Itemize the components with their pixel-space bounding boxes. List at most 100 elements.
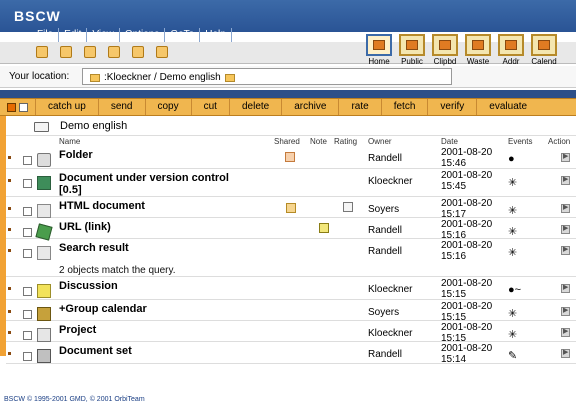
- action-archive[interactable]: archive: [281, 99, 338, 115]
- url-icon[interactable]: [35, 223, 53, 241]
- html-icon[interactable]: [37, 204, 51, 218]
- table-row[interactable]: Document under version control [0.5] Klo…: [6, 169, 576, 197]
- item-owner[interactable]: Randell: [368, 246, 402, 257]
- event-icon[interactable]: ●~: [508, 284, 521, 296]
- table-row[interactable]: Search result 2 objects match the query.…: [6, 239, 576, 277]
- action-fetch[interactable]: fetch: [380, 99, 428, 115]
- folder-icon[interactable]: [37, 153, 51, 167]
- item-owner[interactable]: Randell: [368, 153, 402, 164]
- item-owner[interactable]: Kloeckner: [368, 328, 412, 339]
- event-icon[interactable]: ✳: [508, 246, 517, 259]
- document-icon[interactable]: [37, 176, 51, 190]
- menu-options[interactable]: Options: [120, 28, 166, 42]
- menu-view[interactable]: View: [87, 28, 120, 42]
- item-owner[interactable]: Kloeckner: [368, 176, 412, 187]
- row-checkbox[interactable]: [23, 179, 32, 188]
- menu-goto[interactable]: GoTo: [165, 28, 201, 42]
- row-action-button[interactable]: [561, 175, 570, 185]
- action-cut[interactable]: cut: [190, 99, 229, 115]
- group-calendar-icon[interactable]: [37, 307, 51, 321]
- row-action-button[interactable]: [561, 245, 570, 255]
- event-icon[interactable]: ✎: [508, 349, 517, 362]
- table-row[interactable]: Document set Randell 2001-08-20 15:14 ✎: [6, 342, 576, 365]
- item-name[interactable]: Project: [59, 324, 96, 336]
- shared-icon[interactable]: [286, 203, 296, 213]
- nav-calendar[interactable]: Calend: [529, 34, 559, 66]
- event-icon[interactable]: ✳: [508, 307, 517, 320]
- shared-icon[interactable]: [285, 152, 295, 162]
- row-checkbox[interactable]: [23, 310, 32, 319]
- item-owner[interactable]: Randell: [368, 349, 402, 360]
- table-row[interactable]: +Group calendar Soyers 2001-08-20 15:15 …: [6, 300, 576, 323]
- row-checkbox[interactable]: [23, 156, 32, 165]
- menu-help[interactable]: Help: [200, 28, 232, 42]
- nav-clipboard[interactable]: Clipbd: [430, 34, 460, 66]
- table-row[interactable]: Folder Randell 2001-08-20 15:46 ●: [6, 146, 576, 169]
- row-checkbox[interactable]: [23, 207, 32, 216]
- col-rating[interactable]: Rating: [334, 137, 357, 146]
- current-folder[interactable]: Demo english: [6, 118, 576, 136]
- page-icon[interactable]: [156, 46, 168, 58]
- action-verify[interactable]: verify: [427, 99, 476, 115]
- item-owner[interactable]: Soyers: [368, 204, 399, 215]
- folder-icon[interactable]: [132, 46, 144, 58]
- nav-public[interactable]: Public: [397, 34, 427, 66]
- table-row[interactable]: URL (link) Randell 2001-08-20 15:16 ✳: [6, 218, 576, 241]
- action-catch-up[interactable]: catch up: [35, 99, 98, 115]
- project-icon[interactable]: [37, 328, 51, 342]
- col-shared[interactable]: Shared: [274, 137, 300, 146]
- item-name[interactable]: Search result: [59, 242, 129, 254]
- note-icon[interactable]: [319, 223, 329, 233]
- menu-file[interactable]: File: [32, 28, 60, 42]
- col-note[interactable]: Note: [310, 137, 327, 146]
- item-name[interactable]: Document set: [59, 345, 132, 357]
- item-name[interactable]: URL (link): [59, 221, 111, 233]
- action-rate[interactable]: rate: [338, 99, 380, 115]
- event-icon[interactable]: ●: [508, 153, 515, 165]
- item-owner[interactable]: Soyers: [368, 307, 399, 318]
- item-name[interactable]: +Group calendar: [59, 303, 147, 315]
- row-checkbox[interactable]: [23, 249, 32, 258]
- row-action-button[interactable]: [561, 283, 570, 293]
- row-action-button[interactable]: [561, 152, 570, 162]
- row-action-button[interactable]: [561, 224, 570, 234]
- search-result-icon[interactable]: [37, 246, 51, 260]
- key-icon[interactable]: [108, 46, 120, 58]
- event-icon[interactable]: ✳: [508, 225, 517, 238]
- row-action-button[interactable]: [561, 327, 570, 337]
- row-checkbox[interactable]: [23, 331, 32, 340]
- nav-waste[interactable]: Waste: [463, 34, 493, 66]
- table-row[interactable]: Project Kloeckner 2001-08-20 15:15 ✳: [6, 321, 576, 344]
- col-events[interactable]: Events: [508, 137, 532, 146]
- document-set-icon[interactable]: [37, 349, 51, 363]
- nav-home[interactable]: Home: [364, 34, 394, 66]
- location-field[interactable]: :Kloeckner / Demo english: [82, 68, 452, 85]
- discussion-icon[interactable]: [37, 284, 51, 298]
- col-owner[interactable]: Owner: [368, 137, 392, 146]
- menu-edit[interactable]: Edit: [59, 28, 88, 42]
- item-owner[interactable]: Randell: [368, 225, 402, 236]
- nav-address[interactable]: Addr: [496, 34, 526, 66]
- action-send[interactable]: send: [97, 99, 145, 115]
- col-date[interactable]: Date: [441, 137, 458, 146]
- new-folder-icon[interactable]: [36, 46, 48, 58]
- deselect-checkbox[interactable]: [19, 102, 28, 112]
- search-icon[interactable]: [60, 46, 72, 58]
- item-name[interactable]: Folder: [59, 149, 93, 161]
- event-icon[interactable]: ✳: [508, 204, 517, 217]
- item-owner[interactable]: Kloeckner: [368, 284, 412, 295]
- item-name[interactable]: HTML document: [59, 200, 145, 212]
- row-action-button[interactable]: [561, 348, 570, 358]
- select-all-checkbox[interactable]: [7, 102, 16, 112]
- row-checkbox[interactable]: [23, 352, 32, 361]
- item-name[interactable]: Document under version control [0.5]: [59, 172, 229, 196]
- action-copy[interactable]: copy: [144, 99, 191, 115]
- item-name[interactable]: Discussion: [59, 280, 118, 292]
- rating-icon[interactable]: [343, 202, 353, 212]
- col-name[interactable]: Name: [59, 137, 80, 146]
- row-checkbox[interactable]: [23, 228, 32, 237]
- event-icon[interactable]: ✳: [508, 176, 517, 189]
- col-action[interactable]: Action: [548, 137, 570, 146]
- table-row[interactable]: HTML document Soyers 2001-08-20 15:17 ✳: [6, 197, 576, 220]
- row-checkbox[interactable]: [23, 287, 32, 296]
